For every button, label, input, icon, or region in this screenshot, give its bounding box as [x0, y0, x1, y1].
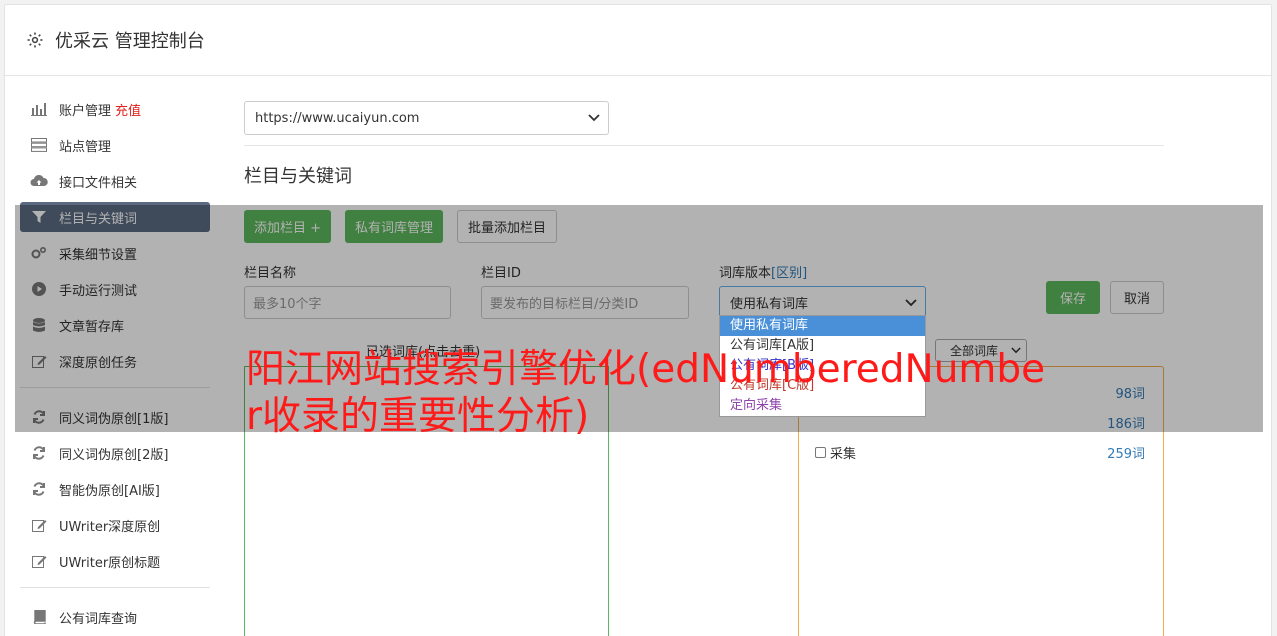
- bar-chart-icon: [30, 101, 48, 117]
- sidebar-item-sites[interactable]: 站点管理: [20, 130, 210, 160]
- sidebar-item-label: 公有词库查询: [59, 611, 138, 627]
- sidebar-item-label: 同义词伪原创[2版]: [59, 447, 169, 463]
- edit-icon: [30, 517, 48, 533]
- sidebar-item-interface[interactable]: 接口文件相关: [20, 166, 210, 196]
- overlay-headline: 阳江网站搜索引擎优化(edNumberedNumber收录的重要性分析): [246, 347, 1046, 439]
- divider: [244, 145, 1164, 146]
- sidebar-item-synonym-v2[interactable]: 同义词伪原创[2版]: [20, 438, 210, 468]
- recharge-link[interactable]: 充值: [115, 100, 141, 119]
- refresh-icon: [30, 481, 48, 497]
- lib-row[interactable]: 采集 259词: [815, 443, 1145, 462]
- page-title: 优采云 管理控制台: [55, 31, 205, 52]
- sidebar-item-label: 站点管理: [59, 139, 112, 155]
- sidebar-item-uwriter-title[interactable]: UWriter原创标题: [20, 546, 210, 576]
- sidebar-item-label: 接口文件相关: [59, 175, 138, 191]
- sidebar-item-label: 账户管理: [59, 103, 112, 119]
- server-icon: [30, 137, 48, 153]
- sidebar-item-ai-rewrite[interactable]: 智能伪原创[AI版]: [20, 474, 210, 504]
- dropdown-option[interactable]: 使用私有词库: [720, 316, 925, 336]
- chevron-down-icon: [588, 114, 600, 122]
- gear-icon: [25, 30, 45, 50]
- lib-checkbox[interactable]: [815, 447, 826, 458]
- sidebar-item-account[interactable]: 账户管理 充值: [20, 94, 210, 124]
- section-title: 栏目与关键词: [244, 166, 352, 187]
- sidebar-item-label: UWriter原创标题: [59, 555, 161, 571]
- site-select-value: https://www.ucaiyun.com: [255, 110, 420, 126]
- lib-count: 259词: [1107, 447, 1145, 462]
- site-select[interactable]: https://www.ucaiyun.com: [244, 101, 609, 135]
- sidebar-item-label: UWriter深度原创: [59, 519, 161, 535]
- cloud-upload-icon: [30, 173, 48, 189]
- edit-icon: [30, 553, 48, 569]
- sidebar-item-label: 智能伪原创[AI版]: [59, 483, 160, 499]
- lib-name: 采集: [830, 447, 857, 462]
- topbar: 优采云 管理控制台: [5, 5, 1271, 76]
- sidebar-divider: [20, 587, 210, 588]
- sidebar-item-public-lib[interactable]: 公有词库查询: [20, 602, 210, 632]
- book-icon: [30, 609, 48, 625]
- refresh-icon: [30, 445, 48, 461]
- sidebar-item-uwriter-deep[interactable]: UWriter深度原创: [20, 510, 210, 540]
- main-content: https://www.ucaiyun.com 栏目与关键词 添加栏目 + 私有…: [244, 96, 1164, 636]
- lib-name-wrap: 采集: [815, 443, 856, 462]
